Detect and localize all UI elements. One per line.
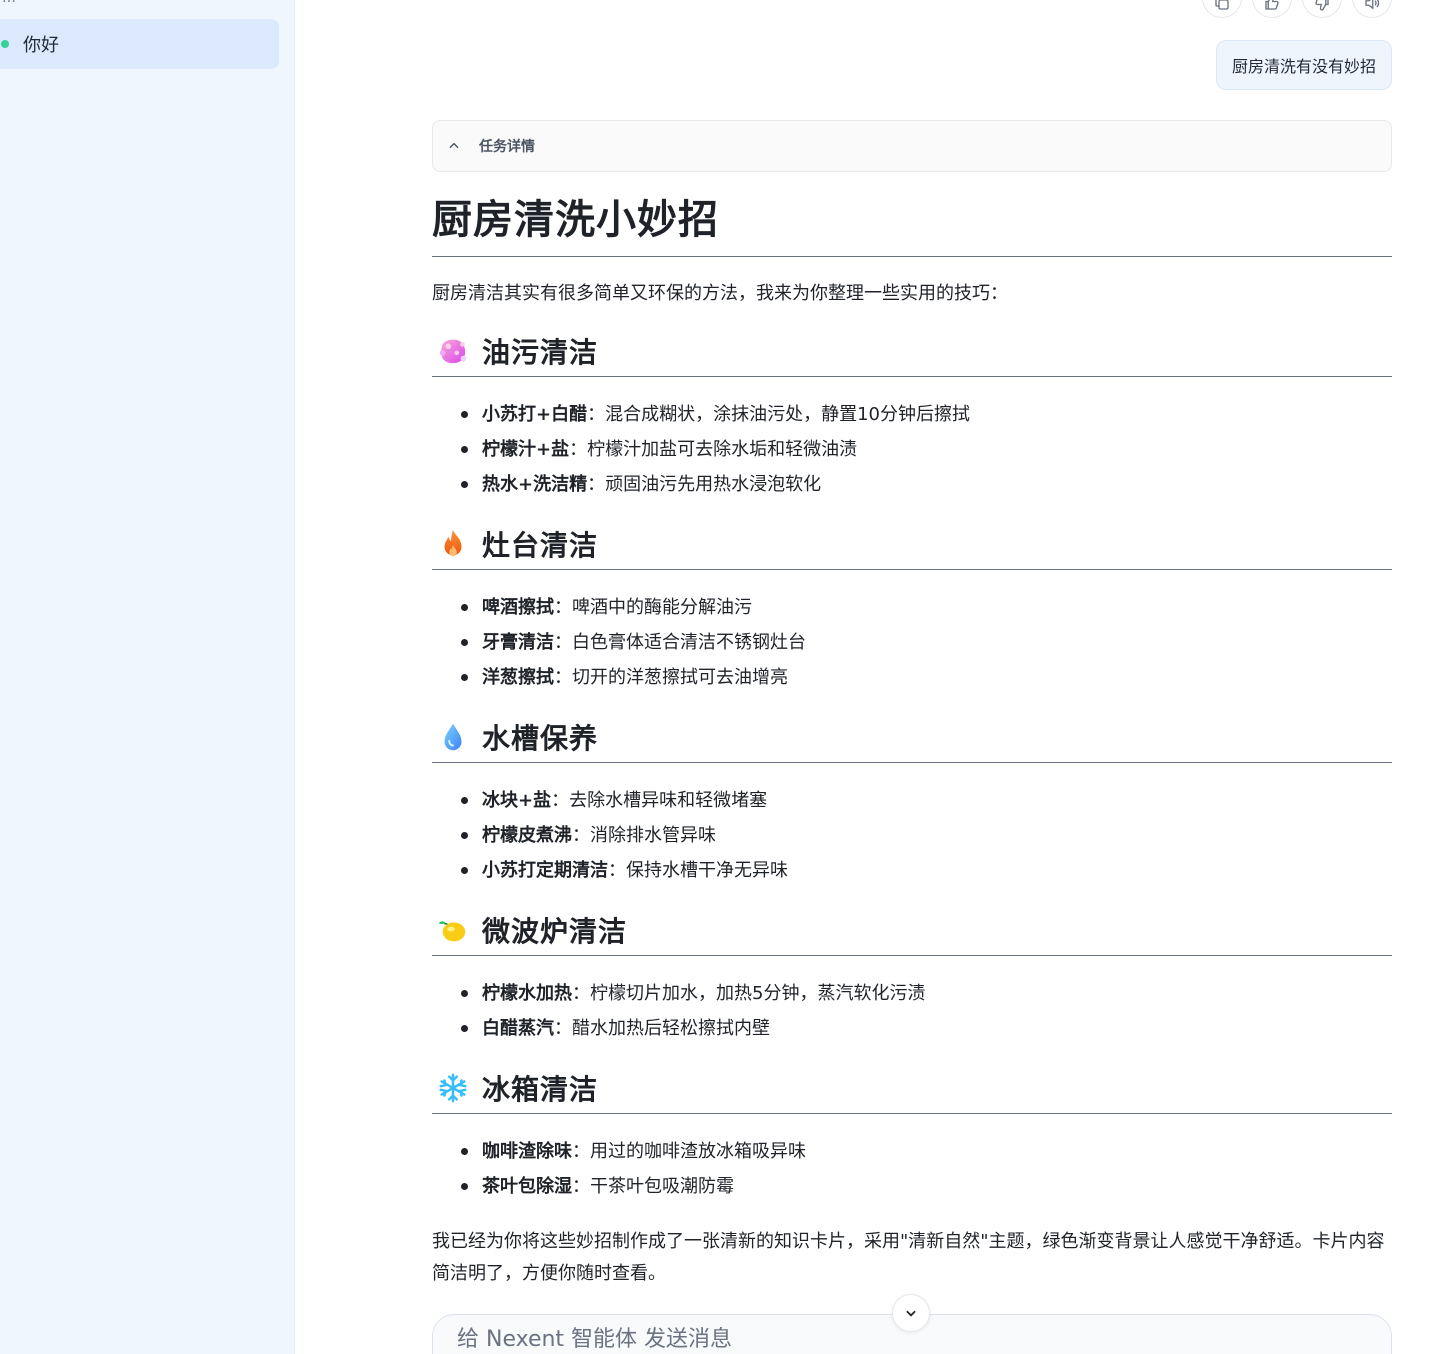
message-actions <box>1202 0 1392 18</box>
list-item: 柠檬皮煮沸：消除排水管异味 <box>458 818 1392 853</box>
conversation-item-active[interactable]: 你好 <box>0 19 279 69</box>
section-heading: 冰箱清洁 <box>432 1064 1392 1114</box>
tips-list: 啤酒擦拭：啤酒中的酶能分解油污 牙膏清洁：白色膏体适合清洁不锈钢灶台 洋葱擦拭：… <box>432 590 1392 695</box>
list-item: 茶叶包除湿：干茶叶包吸潮防霉 <box>458 1169 1392 1204</box>
section-title: 水槽保养 <box>482 721 599 755</box>
tip-key: 柠檬皮煮沸 <box>482 825 572 846</box>
answer-intro: 厨房清洁其实有很多简单又环保的方法，我来为你整理一些实用的技巧： <box>432 283 1008 304</box>
tip-text: ：去除水槽异味和轻微堵塞 <box>551 790 768 811</box>
tip-key: 柠檬汁+盐 <box>482 439 570 460</box>
section-sink: 水槽保养 冰块+盐：去除水槽异味和轻微堵塞 柠檬皮煮沸：消除排水管异味 小苏打定… <box>432 713 1392 888</box>
tip-key: 小苏打+白醋 <box>482 404 588 425</box>
task-details-label: 任务详情 <box>479 139 535 155</box>
section-heading: 油污清洁 <box>432 327 1392 377</box>
status-dot <box>1 40 9 48</box>
section-heading: 微波炉清洁 <box>432 906 1392 956</box>
section-title: 冰箱清洁 <box>482 1072 599 1106</box>
conversation-label: 你好 <box>23 35 59 56</box>
answer-outro: 我已经为你将这些妙招制作成了一张清新的知识卡片，采用"清新自然"主题，绿色渐变背… <box>432 1231 1385 1284</box>
copy-icon <box>1215 0 1229 10</box>
chat-main: 厨房清洗有没有妙招 任务详情 厨房清洗小妙招 厨房清洁其实有很多简单又环保的方法… <box>295 0 1440 1354</box>
section-heading: 灶台清洁 <box>432 520 1392 570</box>
tips-list: 小苏打+白醋：混合成糊状，涂抹油污处，静置10分钟后擦拭 柠檬汁+盐：柠檬汁加盐… <box>432 397 1392 502</box>
snowflake-icon <box>432 1068 472 1108</box>
section-heading: 水槽保养 <box>432 713 1392 763</box>
tip-text: ：醋水加热后轻松擦拭内壁 <box>554 1018 770 1039</box>
tip-text: ：啤酒中的酶能分解油污 <box>554 597 752 618</box>
list-item: 小苏打定期清洁：保持水槽干净无异味 <box>458 853 1392 888</box>
task-details-toggle[interactable]: 任务详情 <box>432 120 1392 172</box>
tip-text: ：用过的咖啡渣放冰箱吸异味 <box>572 1141 806 1162</box>
tip-text: ：干茶叶包吸潮防霉 <box>572 1176 734 1197</box>
sidebar-header-fragment: … <box>2 0 42 6</box>
tip-text: ：柠檬切片加水，加热5分钟，蒸汽软化污渍 <box>572 983 926 1004</box>
section-title: 灶台清洁 <box>482 528 599 562</box>
list-item: 咖啡渣除味：用过的咖啡渣放冰箱吸异味 <box>458 1134 1392 1169</box>
tip-key: 白醋蒸汽 <box>482 1018 554 1039</box>
thumbs-down-icon <box>1315 0 1329 11</box>
tip-key: 洋葱擦拭 <box>482 667 554 688</box>
tips-list: 冰块+盐：去除水槽异味和轻微堵塞 柠檬皮煮沸：消除排水管异味 小苏打定期清洁：保… <box>432 783 1392 888</box>
tip-key: 小苏打定期清洁 <box>482 860 608 881</box>
tip-text: ：混合成糊状，涂抹油污处，静置10分钟后擦拭 <box>587 404 970 425</box>
tip-text: ：切开的洋葱擦拭可去油增亮 <box>554 667 788 688</box>
list-item: 热水+洗洁精：顽固油污先用热水浸泡软化 <box>458 467 1392 502</box>
section-stove: 灶台清洁 啤酒擦拭：啤酒中的酶能分解油污 牙膏清洁：白色膏体适合清洁不锈钢灶台 … <box>432 520 1392 695</box>
list-item: 洋葱擦拭：切开的洋葱擦拭可去油增亮 <box>458 660 1392 695</box>
scroll-to-bottom-button[interactable] <box>892 1294 930 1332</box>
tip-key: 牙膏清洁 <box>482 632 554 653</box>
chevron-up-icon <box>449 142 459 149</box>
tip-key: 热水+洗洁精 <box>482 474 588 495</box>
speaker-icon <box>1365 0 1380 10</box>
section-title: 油污清洁 <box>482 335 599 369</box>
tip-text: ：柠檬汁加盐可去除水垢和轻微油渍 <box>569 439 858 460</box>
tip-key: 冰块+盐 <box>482 790 552 811</box>
section-microwave: 微波炉清洁 柠檬水加热：柠檬切片加水，加热5分钟，蒸汽软化污渍 白醋蒸汽：醋水加… <box>432 906 1392 1046</box>
read-aloud-button[interactable] <box>1352 0 1392 18</box>
tip-text: ：消除排水管异味 <box>572 825 716 846</box>
tip-text: ：保持水槽干净无异味 <box>608 860 788 881</box>
user-message-bubble: 厨房清洗有没有妙招 <box>1215 40 1392 90</box>
tips-list: 柠檬水加热：柠檬切片加水，加热5分钟，蒸汽软化污渍 白醋蒸汽：醋水加热后轻松擦拭… <box>432 976 1392 1046</box>
dislike-button[interactable] <box>1302 0 1342 18</box>
section-title: 微波炉清洁 <box>482 914 628 948</box>
thumbs-up-icon <box>1265 0 1279 10</box>
section-fridge: 冰箱清洁 咖啡渣除味：用过的咖啡渣放冰箱吸异味 茶叶包除湿：干茶叶包吸潮防霉 <box>432 1064 1392 1204</box>
fire-icon <box>432 524 472 564</box>
list-item: 白醋蒸汽：醋水加热后轻松擦拭内壁 <box>458 1011 1392 1046</box>
tip-key: 啤酒擦拭 <box>482 597 554 618</box>
droplet-icon <box>432 717 472 757</box>
tips-list: 咖啡渣除味：用过的咖啡渣放冰箱吸异味 茶叶包除湿：干茶叶包吸潮防霉 <box>432 1134 1392 1204</box>
tip-key: 咖啡渣除味 <box>482 1141 572 1162</box>
list-item: 柠檬汁+盐：柠檬汁加盐可去除水垢和轻微油渍 <box>458 432 1392 467</box>
list-item: 啤酒擦拭：啤酒中的酶能分解油污 <box>458 590 1392 625</box>
assistant-message: 任务详情 厨房清洗小妙招 厨房清洁其实有很多简单又环保的方法，我来为你整理一些实… <box>432 120 1392 1290</box>
like-button[interactable] <box>1252 0 1292 18</box>
user-message-text: 厨房清洗有没有妙招 <box>1231 57 1376 76</box>
tip-key: 柠檬水加热 <box>482 983 572 1004</box>
sidebar: … 你好 <box>0 0 295 1354</box>
tip-text: ：顽固油污先用热水浸泡软化 <box>587 474 822 495</box>
answer-title: 厨房清洗小妙招 <box>432 194 1392 257</box>
copy-button[interactable] <box>1202 0 1242 18</box>
tip-key: 茶叶包除湿 <box>482 1176 572 1197</box>
tip-text: ：白色膏体适合清洁不锈钢灶台 <box>554 632 806 653</box>
list-item: 柠檬水加热：柠檬切片加水，加热5分钟，蒸汽软化污渍 <box>458 976 1392 1011</box>
list-item: 牙膏清洁：白色膏体适合清洁不锈钢灶台 <box>458 625 1392 660</box>
list-item: 小苏打+白醋：混合成糊状，涂抹油污处，静置10分钟后擦拭 <box>458 397 1392 432</box>
chevron-down-icon <box>906 1310 916 1317</box>
lemon-icon <box>432 910 472 950</box>
section-grease: 油污清洁 小苏打+白醋：混合成糊状，涂抹油污处，静置10分钟后擦拭 柠檬汁+盐：… <box>432 327 1392 502</box>
list-item: 冰块+盐：去除水槽异味和轻微堵塞 <box>458 783 1392 818</box>
message-input[interactable] <box>457 1327 1257 1352</box>
sponge-icon <box>432 331 472 371</box>
